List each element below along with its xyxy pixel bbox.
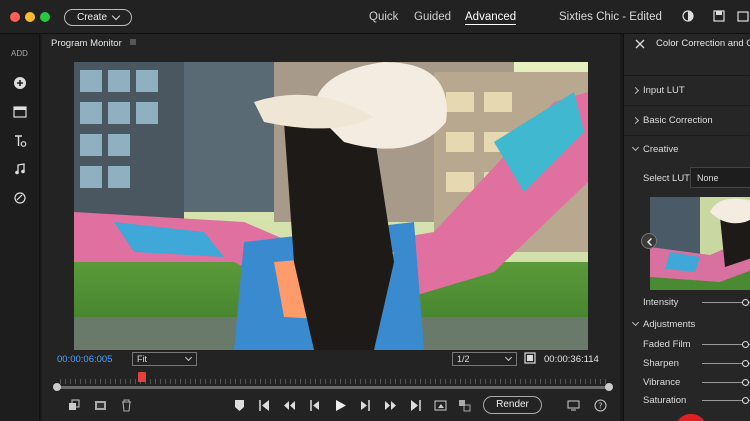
color-correction-panel: Color Correction and G Input LUT Basic C… (623, 34, 750, 421)
panel-menu-icon[interactable] (130, 39, 136, 45)
scrub-start-handle[interactable] (53, 383, 61, 391)
program-monitor-panel: Program Monitor 00:00:06:005 Fit 1/2 00:… (42, 34, 620, 421)
contrast-icon[interactable] (682, 10, 694, 22)
go-to-end-icon[interactable] (409, 399, 422, 412)
add-media-icon[interactable] (13, 76, 27, 90)
section-label: Basic Correction (643, 115, 713, 126)
fit-value: Fit (137, 354, 147, 364)
copy-icon[interactable] (68, 399, 81, 412)
split-clip-icon[interactable] (458, 399, 471, 412)
saturation-slider-handle[interactable] (742, 397, 749, 404)
chevron-down-icon (631, 318, 640, 327)
document-title: Sixties Chic - Edited (559, 11, 662, 23)
go-to-start-icon[interactable] (258, 399, 271, 412)
select-lut-dropdown[interactable]: None (690, 167, 750, 188)
intensity-label: Intensity (643, 297, 679, 308)
sharpen-slider-handle[interactable] (742, 360, 749, 367)
display-settings-icon[interactable] (567, 399, 580, 412)
chevron-right-icon (631, 116, 640, 125)
notification-badge[interactable] (676, 414, 706, 421)
divider (624, 135, 750, 136)
divider (624, 105, 750, 106)
step-back-icon[interactable] (308, 399, 321, 412)
title-bar: Create Quick Guided Advanced Sixties Chi… (0, 0, 750, 34)
share-icon[interactable] (737, 10, 749, 22)
create-button[interactable]: Create (64, 9, 132, 26)
current-timecode: 00:00:06:005 (57, 354, 113, 365)
close-icon[interactable] (635, 39, 645, 49)
vibrance-slider-handle[interactable] (742, 379, 749, 386)
section-label: Adjustments (643, 319, 696, 330)
panel-title: Program Monitor (51, 38, 122, 49)
left-toolbar: ADD (0, 34, 40, 421)
panel-title: Color Correction and G (656, 38, 750, 49)
create-label: Create (76, 12, 107, 23)
total-timecode: 00:00:36:114 (544, 354, 599, 365)
chevron-left-icon (647, 238, 652, 246)
render-label: Render (496, 399, 529, 410)
music-icon[interactable] (13, 162, 27, 176)
chevron-down-icon (184, 353, 193, 362)
faded-film-label: Faded Film (643, 339, 691, 350)
chevron-down-icon (111, 11, 121, 21)
saturation-label: Saturation (643, 395, 687, 406)
vibrance-label: Vibrance (643, 377, 681, 388)
step-forward-icon[interactable] (359, 399, 372, 412)
lut-preview-image (650, 197, 750, 290)
video-frame-image (74, 62, 588, 350)
tab-advanced[interactable]: Advanced (465, 11, 517, 25)
previous-lut-button[interactable] (641, 233, 657, 249)
section-label: Input LUT (643, 85, 685, 96)
snapshot-icon[interactable] (94, 399, 107, 412)
help-icon[interactable]: ? (594, 399, 607, 412)
faded-film-slider-handle[interactable] (742, 341, 749, 348)
chevron-down-icon (631, 143, 640, 152)
export-frame-icon[interactable] (434, 399, 447, 412)
lut-preview-thumbnail[interactable] (650, 197, 750, 290)
rewind-icon[interactable] (283, 399, 296, 412)
render-button[interactable]: Render (483, 396, 542, 414)
play-icon[interactable] (334, 399, 347, 412)
fast-forward-icon[interactable] (384, 399, 397, 412)
tab-guided[interactable]: Guided (414, 11, 451, 23)
marker-icon[interactable] (233, 399, 246, 412)
resolution-value: 1/2 (457, 354, 470, 364)
playhead-marker[interactable] (138, 372, 146, 382)
save-icon[interactable] (713, 10, 725, 22)
fit-dropdown[interactable]: Fit (132, 352, 197, 366)
intensity-slider-handle[interactable] (742, 299, 749, 306)
scrub-track[interactable] (56, 386, 608, 389)
add-label: ADD (11, 49, 28, 58)
sharpen-label: Sharpen (643, 358, 679, 369)
chevron-right-icon (631, 86, 640, 95)
trash-icon[interactable] (120, 399, 133, 412)
text-icon[interactable] (13, 134, 27, 148)
select-lut-label: Select LUT (643, 173, 690, 184)
resolution-dropdown[interactable]: 1/2 (452, 352, 517, 366)
svg-text:?: ? (598, 402, 602, 411)
chevron-down-icon (504, 353, 513, 362)
close-window-button[interactable] (10, 12, 20, 22)
video-preview[interactable] (74, 62, 588, 350)
effects-icon[interactable] (13, 191, 27, 205)
minimize-window-button[interactable] (25, 12, 35, 22)
tab-quick[interactable]: Quick (369, 11, 398, 23)
maximize-window-button[interactable] (40, 12, 50, 22)
fullscreen-icon[interactable] (524, 352, 536, 364)
section-label: Creative (643, 144, 679, 155)
select-lut-value: None (697, 173, 719, 183)
titles-icon[interactable] (13, 105, 27, 119)
scrub-end-handle[interactable] (605, 383, 613, 391)
